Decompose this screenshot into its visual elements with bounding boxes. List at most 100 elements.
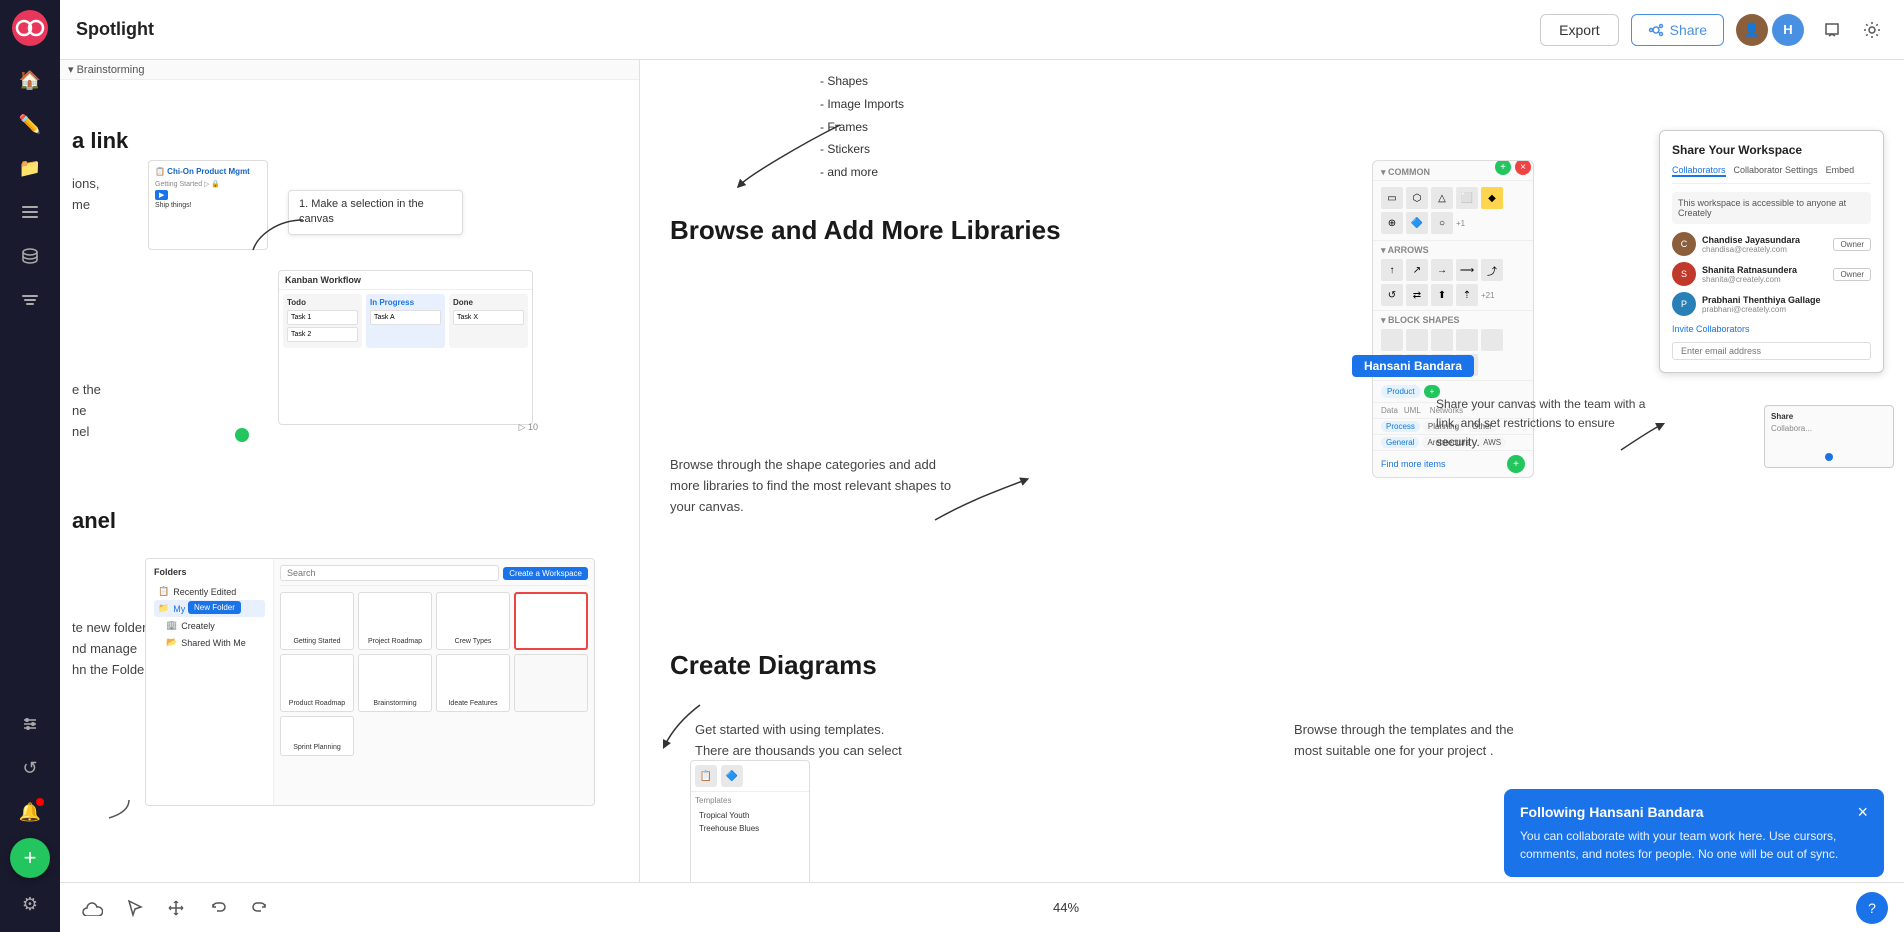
cloud-icon[interactable] — [76, 892, 108, 924]
browse-section: Browse and Add More Libraries — [670, 215, 1061, 266]
shape-cell[interactable]: ⊕ — [1381, 212, 1403, 234]
green-dot-upper — [235, 428, 249, 442]
chat-icon[interactable] — [1816, 14, 1848, 46]
annotation-panel-title: anel — [72, 508, 116, 534]
tag-product[interactable]: Product — [1381, 385, 1421, 398]
following-close-button[interactable]: × — [1857, 803, 1868, 821]
arrow-cell[interactable]: → — [1431, 259, 1453, 281]
sidebar-item-history[interactable]: ↺ — [12, 750, 48, 786]
sidebar-item-draw[interactable]: ✏️ — [12, 106, 48, 142]
share-user-3: P Prabhani Thenthiya Gallage prabhani@cr… — [1672, 292, 1871, 316]
arrow-1 — [248, 215, 308, 255]
share-user-2-role[interactable]: Owner — [1833, 268, 1871, 281]
arrow-cell[interactable]: ⤴ — [1481, 259, 1503, 281]
tab-collaborator-settings[interactable]: Collaborator Settings — [1734, 165, 1818, 177]
tooltip-bubble: Hansani Bandara — [1352, 355, 1474, 377]
cursor-icon[interactable] — [118, 892, 150, 924]
share-mini-panel: Share Collabora... — [1764, 405, 1894, 468]
settings-icon[interactable] — [1856, 14, 1888, 46]
shape-cell[interactable]: 🔷 — [1406, 212, 1428, 234]
following-notification: Following Hansani Bandara × You can coll… — [1504, 789, 1884, 877]
shapes-arrow — [730, 115, 850, 195]
topbar: Spotlight Export Share 👤 H — [60, 0, 1904, 60]
share-user-1-email: chandisa@creately.com — [1702, 245, 1827, 254]
shape-cell[interactable]: ⬜ — [1456, 187, 1478, 209]
share-user-3-email: prabhani@creately.com — [1702, 305, 1871, 314]
browse-arrow — [930, 470, 1030, 530]
share-button[interactable]: Share — [1631, 14, 1724, 46]
tab-collaborators[interactable]: Collaborators — [1672, 165, 1726, 177]
find-more-items-link[interactable]: Find more items — [1381, 459, 1446, 469]
annotation-link-title: a link — [72, 128, 128, 154]
share-panel-title: Share Your Workspace — [1672, 143, 1871, 157]
add-button[interactable]: + — [10, 838, 50, 878]
arrow-cell[interactable]: ⇡ — [1456, 284, 1478, 306]
block-cell[interactable] — [1406, 329, 1428, 351]
sidebar-item-layers[interactable] — [12, 282, 48, 318]
new-folder-badge: New Folder — [188, 601, 241, 614]
sidebar-item-home[interactable]: 🏠 — [12, 62, 48, 98]
undo-icon[interactable] — [202, 892, 234, 924]
move-icon[interactable] — [160, 892, 192, 924]
folder-mockup: Folders 📋Recently Edited 📁My Workspaces … — [145, 558, 595, 806]
share-user-1: C Chandise Jayasundara chandisa@creately… — [1672, 232, 1871, 256]
sidebar-item-folders[interactable]: 📁 — [12, 150, 48, 186]
browse-templates-desc: Browse through the templates and the mos… — [1294, 720, 1524, 762]
block-cell[interactable] — [1456, 329, 1478, 351]
folder-search-input[interactable] — [280, 565, 499, 581]
browse-desc: Browse through the shape categories and … — [670, 455, 960, 517]
share-icon — [1648, 22, 1664, 38]
main-canvas: ▾ Brainstorming a link ions,me 📋 Chi-On … — [60, 60, 1904, 932]
annotation-link-items: ions,me — [72, 174, 99, 216]
avatar-user2: H — [1772, 14, 1804, 46]
annotation-content-c: e thenenel — [72, 380, 101, 442]
share-user-1-name: Chandise Jayasundara — [1702, 235, 1827, 245]
share-panel: Share Your Workspace Collaborators Colla… — [1659, 130, 1884, 373]
upper-mockup: 📋 Chi-On Product Mgmt Getting Started ▷ … — [148, 160, 548, 435]
share-user-2-name: Shanita Ratnasundera — [1702, 265, 1827, 275]
sidebar: 🏠 ✏️ 📁 ↺ 🔔 + ⚙ — [0, 0, 60, 932]
shape-cell[interactable]: ○ — [1431, 212, 1453, 234]
share-email-input[interactable] — [1672, 342, 1871, 360]
arrow-cell[interactable]: ↺ — [1381, 284, 1403, 306]
arrow-cell[interactable]: ⇄ — [1406, 284, 1428, 306]
following-body: You can collaborate with your team work … — [1520, 827, 1868, 863]
avatar-user1: 👤 — [1736, 14, 1768, 46]
shape-cell[interactable]: ▭ — [1381, 187, 1403, 209]
shape-cell[interactable]: △ — [1431, 187, 1453, 209]
shape-panel-add-btn[interactable]: + — [1507, 455, 1525, 473]
page-title: Spotlight — [76, 19, 1528, 40]
tab-embed[interactable]: Embed — [1826, 165, 1855, 177]
share-user-2: S Shanita Ratnasundera shanita@creately.… — [1672, 262, 1871, 286]
sidebar-item-adjust[interactable] — [12, 706, 48, 742]
share-canvas-desc: Share your canvas with the team with a l… — [1436, 395, 1646, 453]
page-indicator: ▷ 10 — [519, 422, 538, 433]
create-workspace-btn[interactable]: Create a Workspace — [503, 567, 588, 580]
block-cell[interactable] — [1381, 329, 1403, 351]
redo-icon[interactable] — [244, 892, 276, 924]
share-user-1-role[interactable]: Owner — [1833, 238, 1871, 251]
app-logo — [12, 10, 48, 46]
block-cell[interactable] — [1431, 329, 1453, 351]
tag-general[interactable]: General — [1381, 437, 1419, 448]
diagram-icons-mockup: 📋 🔷 Templates Tropical Youth Treehouse B… — [690, 760, 810, 882]
share-arrow — [1616, 420, 1666, 470]
sidebar-item-settings[interactable]: ⚙ — [12, 886, 48, 922]
sidebar-item-database[interactable] — [12, 238, 48, 274]
sidebar-item-lists[interactable] — [12, 194, 48, 230]
invite-collaborators-link[interactable]: Invite Collaborators — [1672, 324, 1871, 334]
shape-cell[interactable]: ◆ — [1481, 187, 1503, 209]
arrow-cell[interactable]: ↑ — [1381, 259, 1403, 281]
export-button[interactable]: Export — [1540, 14, 1618, 46]
share-avatar-2: S — [1672, 262, 1696, 286]
arrow-cell[interactable]: ⬆ — [1431, 284, 1453, 306]
block-cell[interactable] — [1481, 329, 1503, 351]
arrow-cell[interactable]: ⟶ — [1456, 259, 1478, 281]
shape-cell[interactable]: ⬡ — [1406, 187, 1428, 209]
tag-process[interactable]: Process — [1381, 421, 1420, 432]
help-button[interactable]: ? — [1856, 892, 1888, 924]
sidebar-item-notifications[interactable]: 🔔 — [12, 794, 48, 830]
create-diagrams-section: Create Diagrams — [670, 650, 877, 681]
arrow-cell[interactable]: ↗ — [1406, 259, 1428, 281]
mini-dot — [1825, 453, 1833, 461]
